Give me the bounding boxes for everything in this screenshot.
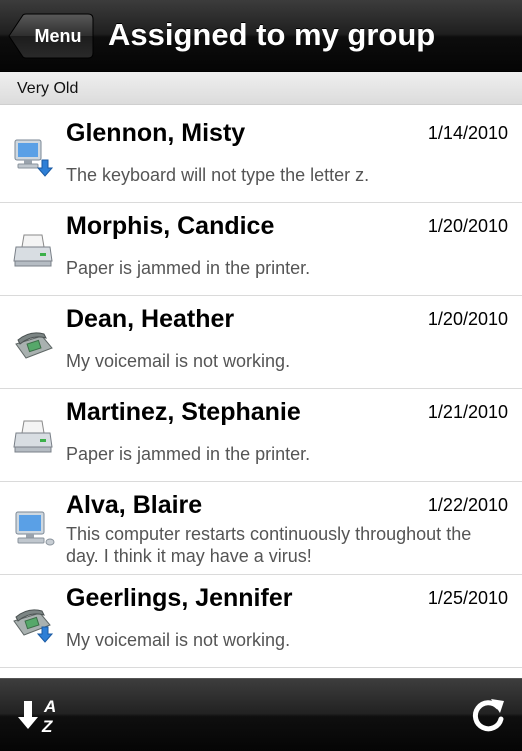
ticket-date: 1/22/2010	[427, 495, 508, 515]
navigation-bar: Menu Assigned to my group	[0, 0, 522, 72]
ticket-description: My voicemail is not working.	[66, 630, 291, 650]
refresh-icon[interactable]	[468, 695, 508, 735]
computer-download-icon	[14, 139, 54, 177]
ticket-row[interactable]: Martinez, Stephanie 1/21/2010 Paper is j…	[0, 389, 522, 482]
phone-download-icon	[13, 609, 54, 643]
printer-icon	[13, 420, 53, 453]
ticket-date: 1/25/2010	[427, 588, 508, 608]
ticket-description: The keyboard will not type the letter z.	[66, 165, 370, 185]
svg-text:Z: Z	[41, 717, 53, 735]
computer-icon	[15, 511, 55, 546]
phone-icon	[15, 332, 53, 359]
ticket-name: Geerlings, Jennifer	[66, 584, 293, 612]
ticket-name: Morphis, Candice	[66, 212, 275, 240]
printer-icon	[13, 234, 53, 267]
ticket-name: Glennon, Misty	[66, 119, 246, 147]
ticket-name: Martinez, Stephanie	[66, 398, 301, 426]
ticket-description: Paper is jammed in the printer.	[66, 444, 311, 464]
sort-az-icon[interactable]: A Z	[18, 695, 62, 735]
ticket-date: 1/20/2010	[427, 309, 508, 329]
ticket-row[interactable]: Geerlings, Jennifer 1/25/2010 My voicema…	[0, 575, 522, 668]
bottom-toolbar: A Z	[0, 678, 522, 751]
ticket-description: My voicemail is not working.	[66, 351, 291, 371]
menu-back-button[interactable]: Menu	[8, 13, 94, 59]
ticket-row[interactable]: Morphis, Candice 1/20/2010 Paper is jamm…	[0, 203, 522, 296]
ticket-date: 1/21/2010	[427, 402, 508, 422]
ticket-row[interactable]: Glennon, Misty 1/14/2010 The keyboard wi…	[0, 110, 522, 203]
page-title: Assigned to my group	[108, 17, 436, 52]
ticket-name: Dean, Heather	[66, 305, 235, 333]
ticket-row[interactable]: Alva, Blaire 1/22/2010 This computer res…	[0, 482, 522, 575]
menu-back-label: Menu	[34, 26, 82, 46]
ticket-description: Paper is jammed in the printer.	[66, 258, 311, 278]
svg-text:A: A	[43, 697, 56, 716]
section-header-label: Very Old	[17, 80, 79, 97]
ticket-date: 1/14/2010	[427, 123, 508, 143]
ticket-name: Alva, Blaire	[66, 491, 203, 519]
ticket-list: Glennon, Misty 1/14/2010 The keyboard wi…	[0, 110, 522, 668]
section-header: Very Old	[0, 72, 522, 105]
ticket-description: This computer restarts continuously thro…	[66, 524, 472, 566]
ticket-row[interactable]: Dean, Heather 1/20/2010 My voicemail is …	[0, 296, 522, 389]
ticket-date: 1/20/2010	[427, 216, 508, 236]
